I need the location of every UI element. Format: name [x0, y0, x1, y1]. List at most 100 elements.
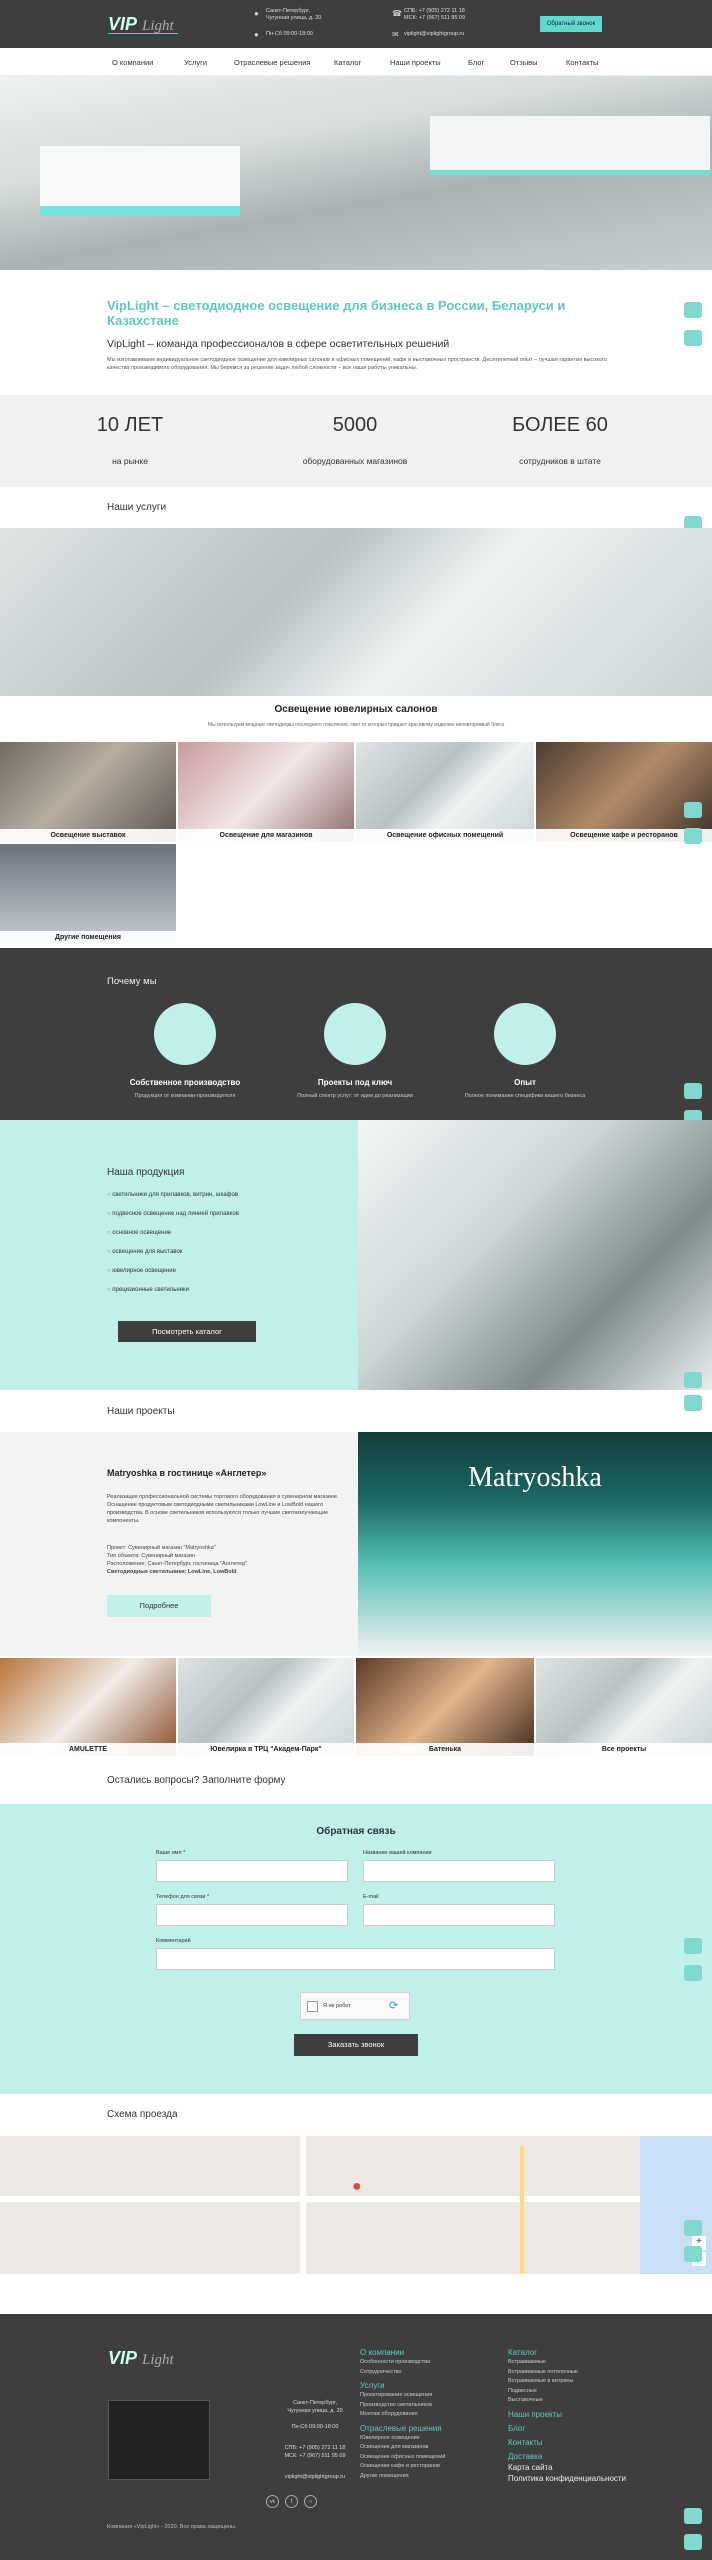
catalog-button[interactable]: Посмотреть каталог [118, 1321, 256, 1342]
recaptcha[interactable]: Я не робот ⟳ [300, 1992, 410, 2020]
header-addr2: Чугунная улица, д. 20 [266, 15, 322, 21]
list-item[interactable]: ○ светильники для прилавков, витрин, шка… [107, 1192, 327, 1211]
email-field[interactable] [363, 1904, 555, 1926]
service-tile[interactable]: Освещение офисных помещений [356, 742, 534, 842]
project-tile[interactable]: Батенька [356, 1658, 534, 1756]
footer-logo[interactable]: VIP Light [106, 2346, 186, 2372]
list-item[interactable]: ○ ювелирное освещение [107, 1268, 327, 1287]
service-feature-image[interactable] [0, 528, 712, 696]
scroll-up-button[interactable] [684, 1083, 702, 1099]
footer-link[interactable]: Отраслевые решения [360, 2423, 500, 2434]
company-field[interactable] [363, 1860, 555, 1882]
scroll-up-button[interactable] [684, 302, 702, 318]
footer-link[interactable]: Каталог [508, 2347, 628, 2358]
footer-link[interactable]: Встраиваемые в витрины [508, 2377, 628, 2387]
service-tile[interactable]: Освещение кафе и ресторанов [536, 742, 712, 842]
project-details-button[interactable]: Подробнее [107, 1595, 211, 1617]
footer-link[interactable]: Освещение офисных помещений [360, 2453, 500, 2463]
email-label: E-mail [363, 1894, 379, 1900]
list-item[interactable]: ○ прецизионные светильники [107, 1287, 327, 1306]
project-tile[interactable]: AMULETTE [0, 1658, 176, 1756]
nav-item-reviews[interactable]: Отзывы [510, 58, 537, 67]
project-image[interactable]: Matryoshka [358, 1432, 712, 1656]
service-tile[interactable]: Освещение для магазинов [178, 742, 354, 842]
callback-button[interactable]: Обратный звонок [540, 16, 602, 32]
logo[interactable]: VIP Light [106, 12, 186, 38]
list-item[interactable]: ○ освещение для выставок [107, 1249, 327, 1268]
hand-light-icon [324, 1003, 386, 1065]
why-text: Продукция от компании-производителя [134, 1093, 236, 1099]
footer-link[interactable]: Производство светильников [360, 2401, 500, 2411]
header-hours: Пн-Сб 09:00-18:00 [266, 31, 313, 37]
nav-item-projects[interactable]: Наши проекты [390, 58, 441, 67]
project-tile[interactable]: Все проекты [536, 1658, 712, 1756]
footer-link[interactable]: Проектирование освещения [360, 2391, 500, 2401]
chat-button[interactable] [684, 1965, 702, 1981]
nav-item-catalog[interactable]: Каталог [334, 58, 361, 67]
footer-link[interactable]: Услуги [360, 2380, 500, 2391]
footer-link[interactable]: Блог [508, 2423, 628, 2434]
social-widget[interactable] [108, 2400, 210, 2480]
footer-link[interactable]: Ювелирное освещение [360, 2434, 500, 2444]
chat-button[interactable] [684, 1395, 702, 1411]
logo-icon: VIP Light [108, 2348, 175, 2368]
scroll-up-button[interactable] [684, 2508, 702, 2524]
form-title: Обратная связь [316, 1826, 396, 1837]
project-line: Тип объекта: Сувенирный магазин [107, 1553, 196, 1559]
intro-subtitle: VipLight – команда профессионалов в сфер… [107, 338, 450, 350]
header-phone1[interactable]: СПБ: +7 (905) 272 11 18 [404, 8, 465, 14]
vk-icon[interactable]: vk [266, 2495, 279, 2508]
project-sign: Matryoshka [468, 1462, 602, 1493]
logo-icon: VIP Light [108, 14, 178, 34]
chat-button[interactable] [684, 2534, 702, 2550]
nav-item-blog[interactable]: Блог [468, 58, 484, 67]
footer-link[interactable]: Монтаж оборудования [360, 2410, 500, 2420]
footer-link[interactable]: Встраиваемые [508, 2358, 628, 2368]
footer-link[interactable]: Освещение кафе и ресторанов [360, 2462, 500, 2472]
footer-link[interactable]: Встраиваемые потолочные [508, 2368, 628, 2378]
service-tile[interactable]: Освещение выставок [0, 742, 176, 842]
list-item[interactable]: ○ подвесное освещение над лини­ей прилав… [107, 1211, 327, 1230]
instagram-icon[interactable]: ○ [304, 2495, 317, 2508]
scroll-up-button[interactable] [684, 1372, 702, 1388]
product-list: ○ светильники для прилавков, витрин, шка… [107, 1192, 327, 1306]
footer-link[interactable]: Карта сайта [508, 2462, 628, 2473]
footer-link[interactable]: Освещение для магазинов [360, 2443, 500, 2453]
scroll-up-button[interactable] [684, 2220, 702, 2236]
why-heading: Почему мы [107, 976, 157, 987]
name-field[interactable] [156, 1860, 348, 1882]
nav-item-industry[interactable]: Отраслевые решения [234, 58, 310, 67]
footer-link[interactable]: Контакты [508, 2437, 628, 2448]
mail-icon: ✉ [392, 30, 399, 39]
phone-field[interactable] [156, 1904, 348, 1926]
chat-button[interactable] [684, 2246, 702, 2262]
footer-link[interactable]: О компании [360, 2347, 500, 2358]
list-item[interactable]: ○ основное освещение [107, 1230, 327, 1249]
map[interactable]: ● + − [0, 2136, 712, 2274]
comment-field[interactable] [156, 1948, 555, 1970]
header-email[interactable]: viplight@viplightgroup.ru [404, 31, 464, 37]
submit-button[interactable]: Заказать звонок [294, 2034, 418, 2056]
footer-link[interactable]: Особенности производства [360, 2358, 500, 2368]
footer-link[interactable]: Выставочные [508, 2396, 628, 2406]
footer-link[interactable]: Наши проекты [508, 2409, 628, 2420]
project-tile[interactable]: Ювелирка в ТРЦ "Академ-Парк" [178, 1658, 354, 1756]
footer-link[interactable]: Сотрудничество [360, 2368, 500, 2378]
scroll-up-button[interactable] [684, 802, 702, 818]
facebook-icon[interactable]: f [285, 2495, 298, 2508]
nav-item-contacts[interactable]: Контакты [566, 58, 598, 67]
chat-button[interactable] [684, 330, 702, 346]
nav-item-about[interactable]: О компании [112, 58, 153, 67]
header-phone2[interactable]: МСК: +7 (967) 511 95 09 [404, 15, 465, 21]
footer-link[interactable]: Доставка [508, 2451, 628, 2462]
stat-value: 10 ЛЕТ [96, 414, 164, 436]
service-tile[interactable]: Другие помещения [0, 844, 176, 944]
footer-link[interactable]: Политика конфиденциальности [508, 2473, 628, 2484]
nav-item-services[interactable]: Услуги [184, 58, 207, 67]
captcha-checkbox[interactable] [307, 2001, 318, 2012]
chat-button[interactable] [684, 828, 702, 844]
footer-link[interactable]: Другие помещения [360, 2472, 500, 2482]
project-desc: Реализация профессиональной системы торг… [107, 1494, 339, 1524]
scroll-up-button[interactable] [684, 1938, 702, 1954]
footer-link[interactable]: Подвесные [508, 2387, 628, 2397]
